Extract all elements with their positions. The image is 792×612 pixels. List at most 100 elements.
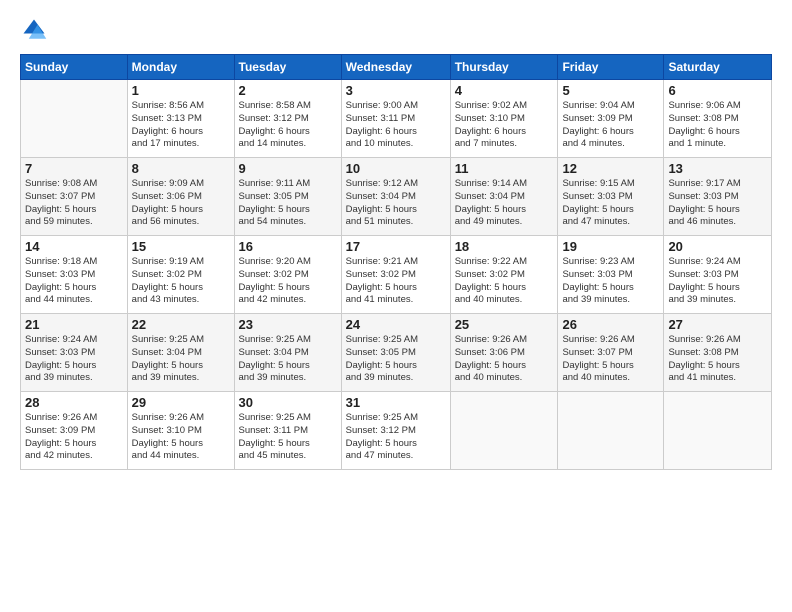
day-number: 17: [346, 239, 446, 254]
weekday-header-tuesday: Tuesday: [234, 55, 341, 80]
calendar-week-2: 7 Sunrise: 9:08 AM Sunset: 3:07 PM Daylig…: [21, 158, 772, 236]
day-number: 31: [346, 395, 446, 410]
day-info: Sunrise: 9:26 AM Sunset: 3:07 PM Dayligh…: [562, 334, 659, 385]
calendar-cell: 6 Sunrise: 9:06 AM Sunset: 3:08 PM Daylig…: [664, 80, 772, 158]
day-info: Sunrise: 9:00 AM Sunset: 3:11 PM Dayligh…: [346, 100, 446, 151]
calendar-cell: [664, 392, 772, 470]
day-info: Sunrise: 9:23 AM Sunset: 3:03 PM Dayligh…: [562, 256, 659, 307]
day-info: Sunrise: 9:26 AM Sunset: 3:06 PM Dayligh…: [455, 334, 554, 385]
day-number: 10: [346, 161, 446, 176]
calendar-cell: 11 Sunrise: 9:14 AM Sunset: 3:04 PM Dayli…: [450, 158, 558, 236]
calendar-cell: 10 Sunrise: 9:12 AM Sunset: 3:04 PM Dayli…: [341, 158, 450, 236]
calendar-cell: 1Sunrise: 8:56 AM Sunset: 3:13 PM Daylig…: [127, 80, 234, 158]
calendar-week-1: 1Sunrise: 8:56 AM Sunset: 3:13 PM Daylig…: [21, 80, 772, 158]
day-number: 15: [132, 239, 230, 254]
day-info: Sunrise: 9:22 AM Sunset: 3:02 PM Dayligh…: [455, 256, 554, 307]
day-number: 23: [239, 317, 337, 332]
weekday-header-thursday: Thursday: [450, 55, 558, 80]
calendar-cell: 29 Sunrise: 9:26 AM Sunset: 3:10 PM Dayli…: [127, 392, 234, 470]
day-info: Sunrise: 9:11 AM Sunset: 3:05 PM Dayligh…: [239, 178, 337, 229]
day-number: 11: [455, 161, 554, 176]
weekday-header-wednesday: Wednesday: [341, 55, 450, 80]
calendar-cell: 20Sunrise: 9:24 AM Sunset: 3:03 PM Dayli…: [664, 236, 772, 314]
calendar-cell: 31 Sunrise: 9:25 AM Sunset: 3:12 PM Dayli…: [341, 392, 450, 470]
calendar-cell: 5Sunrise: 9:04 AM Sunset: 3:09 PM Daylig…: [558, 80, 664, 158]
calendar-cell: 21Sunrise: 9:24 AM Sunset: 3:03 PM Dayli…: [21, 314, 128, 392]
header: [20, 16, 772, 44]
day-info: Sunrise: 9:20 AM Sunset: 3:02 PM Dayligh…: [239, 256, 337, 307]
calendar-cell: 7 Sunrise: 9:08 AM Sunset: 3:07 PM Daylig…: [21, 158, 128, 236]
day-info: Sunrise: 9:08 AM Sunset: 3:07 PM Dayligh…: [25, 178, 123, 229]
day-info: Sunrise: 8:58 AM Sunset: 3:12 PM Dayligh…: [239, 100, 337, 151]
day-number: 12: [562, 161, 659, 176]
calendar-cell: 13 Sunrise: 9:17 AM Sunset: 3:03 PM Dayli…: [664, 158, 772, 236]
page: SundayMondayTuesdayWednesdayThursdayFrid…: [0, 0, 792, 612]
calendar-week-4: 21Sunrise: 9:24 AM Sunset: 3:03 PM Dayli…: [21, 314, 772, 392]
day-info: Sunrise: 9:14 AM Sunset: 3:04 PM Dayligh…: [455, 178, 554, 229]
calendar-cell: 4Sunrise: 9:02 AM Sunset: 3:10 PM Daylig…: [450, 80, 558, 158]
day-number: 2: [239, 83, 337, 98]
calendar-table: SundayMondayTuesdayWednesdayThursdayFrid…: [20, 54, 772, 470]
calendar-cell: 12 Sunrise: 9:15 AM Sunset: 3:03 PM Dayli…: [558, 158, 664, 236]
day-number: 6: [668, 83, 767, 98]
day-number: 3: [346, 83, 446, 98]
calendar-cell: 18 Sunrise: 9:22 AM Sunset: 3:02 PM Dayli…: [450, 236, 558, 314]
day-number: 7: [25, 161, 123, 176]
day-number: 21: [25, 317, 123, 332]
calendar-cell: 27Sunrise: 9:26 AM Sunset: 3:08 PM Dayli…: [664, 314, 772, 392]
calendar-cell: 22Sunrise: 9:25 AM Sunset: 3:04 PM Dayli…: [127, 314, 234, 392]
calendar-week-3: 14 Sunrise: 9:18 AM Sunset: 3:03 PM Dayli…: [21, 236, 772, 314]
day-number: 29: [132, 395, 230, 410]
day-info: Sunrise: 9:26 AM Sunset: 3:08 PM Dayligh…: [668, 334, 767, 385]
day-number: 30: [239, 395, 337, 410]
calendar-cell: 15 Sunrise: 9:19 AM Sunset: 3:02 PM Dayli…: [127, 236, 234, 314]
day-info: Sunrise: 9:25 AM Sunset: 3:12 PM Dayligh…: [346, 412, 446, 463]
calendar-cell: 3 Sunrise: 9:00 AM Sunset: 3:11 PM Daylig…: [341, 80, 450, 158]
calendar-cell: 8Sunrise: 9:09 AM Sunset: 3:06 PM Daylig…: [127, 158, 234, 236]
day-number: 22: [132, 317, 230, 332]
day-info: Sunrise: 9:02 AM Sunset: 3:10 PM Dayligh…: [455, 100, 554, 151]
day-info: Sunrise: 9:26 AM Sunset: 3:10 PM Dayligh…: [132, 412, 230, 463]
day-number: 24: [346, 317, 446, 332]
logo: [20, 16, 52, 44]
day-info: Sunrise: 9:25 AM Sunset: 3:05 PM Dayligh…: [346, 334, 446, 385]
calendar-cell: 16 Sunrise: 9:20 AM Sunset: 3:02 PM Dayli…: [234, 236, 341, 314]
day-info: Sunrise: 9:18 AM Sunset: 3:03 PM Dayligh…: [25, 256, 123, 307]
day-info: Sunrise: 9:12 AM Sunset: 3:04 PM Dayligh…: [346, 178, 446, 229]
day-number: 28: [25, 395, 123, 410]
day-number: 20: [668, 239, 767, 254]
weekday-header-sunday: Sunday: [21, 55, 128, 80]
calendar-cell: 26 Sunrise: 9:26 AM Sunset: 3:07 PM Dayli…: [558, 314, 664, 392]
day-number: 13: [668, 161, 767, 176]
day-info: Sunrise: 9:21 AM Sunset: 3:02 PM Dayligh…: [346, 256, 446, 307]
day-info: Sunrise: 9:25 AM Sunset: 3:11 PM Dayligh…: [239, 412, 337, 463]
day-info: Sunrise: 9:17 AM Sunset: 3:03 PM Dayligh…: [668, 178, 767, 229]
day-info: Sunrise: 9:06 AM Sunset: 3:08 PM Dayligh…: [668, 100, 767, 151]
calendar-cell: 23 Sunrise: 9:25 AM Sunset: 3:04 PM Dayli…: [234, 314, 341, 392]
day-number: 18: [455, 239, 554, 254]
day-info: Sunrise: 9:04 AM Sunset: 3:09 PM Dayligh…: [562, 100, 659, 151]
calendar-cell: 14 Sunrise: 9:18 AM Sunset: 3:03 PM Dayli…: [21, 236, 128, 314]
calendar-cell: 19Sunrise: 9:23 AM Sunset: 3:03 PM Dayli…: [558, 236, 664, 314]
weekday-header-saturday: Saturday: [664, 55, 772, 80]
day-info: Sunrise: 9:19 AM Sunset: 3:02 PM Dayligh…: [132, 256, 230, 307]
calendar-cell: [450, 392, 558, 470]
day-info: Sunrise: 9:25 AM Sunset: 3:04 PM Dayligh…: [239, 334, 337, 385]
weekday-header-row: SundayMondayTuesdayWednesdayThursdayFrid…: [21, 55, 772, 80]
weekday-header-monday: Monday: [127, 55, 234, 80]
day-number: 26: [562, 317, 659, 332]
day-info: Sunrise: 9:15 AM Sunset: 3:03 PM Dayligh…: [562, 178, 659, 229]
logo-icon: [20, 16, 48, 44]
day-number: 14: [25, 239, 123, 254]
weekday-header-friday: Friday: [558, 55, 664, 80]
day-number: 9: [239, 161, 337, 176]
calendar-cell: 2 Sunrise: 8:58 AM Sunset: 3:12 PM Daylig…: [234, 80, 341, 158]
calendar-cell: 28Sunrise: 9:26 AM Sunset: 3:09 PM Dayli…: [21, 392, 128, 470]
day-number: 8: [132, 161, 230, 176]
calendar-cell: [558, 392, 664, 470]
calendar-cell: 9 Sunrise: 9:11 AM Sunset: 3:05 PM Daylig…: [234, 158, 341, 236]
calendar-cell: 17 Sunrise: 9:21 AM Sunset: 3:02 PM Dayli…: [341, 236, 450, 314]
day-info: Sunrise: 8:56 AM Sunset: 3:13 PM Dayligh…: [132, 100, 230, 151]
day-number: 16: [239, 239, 337, 254]
calendar-cell: [21, 80, 128, 158]
